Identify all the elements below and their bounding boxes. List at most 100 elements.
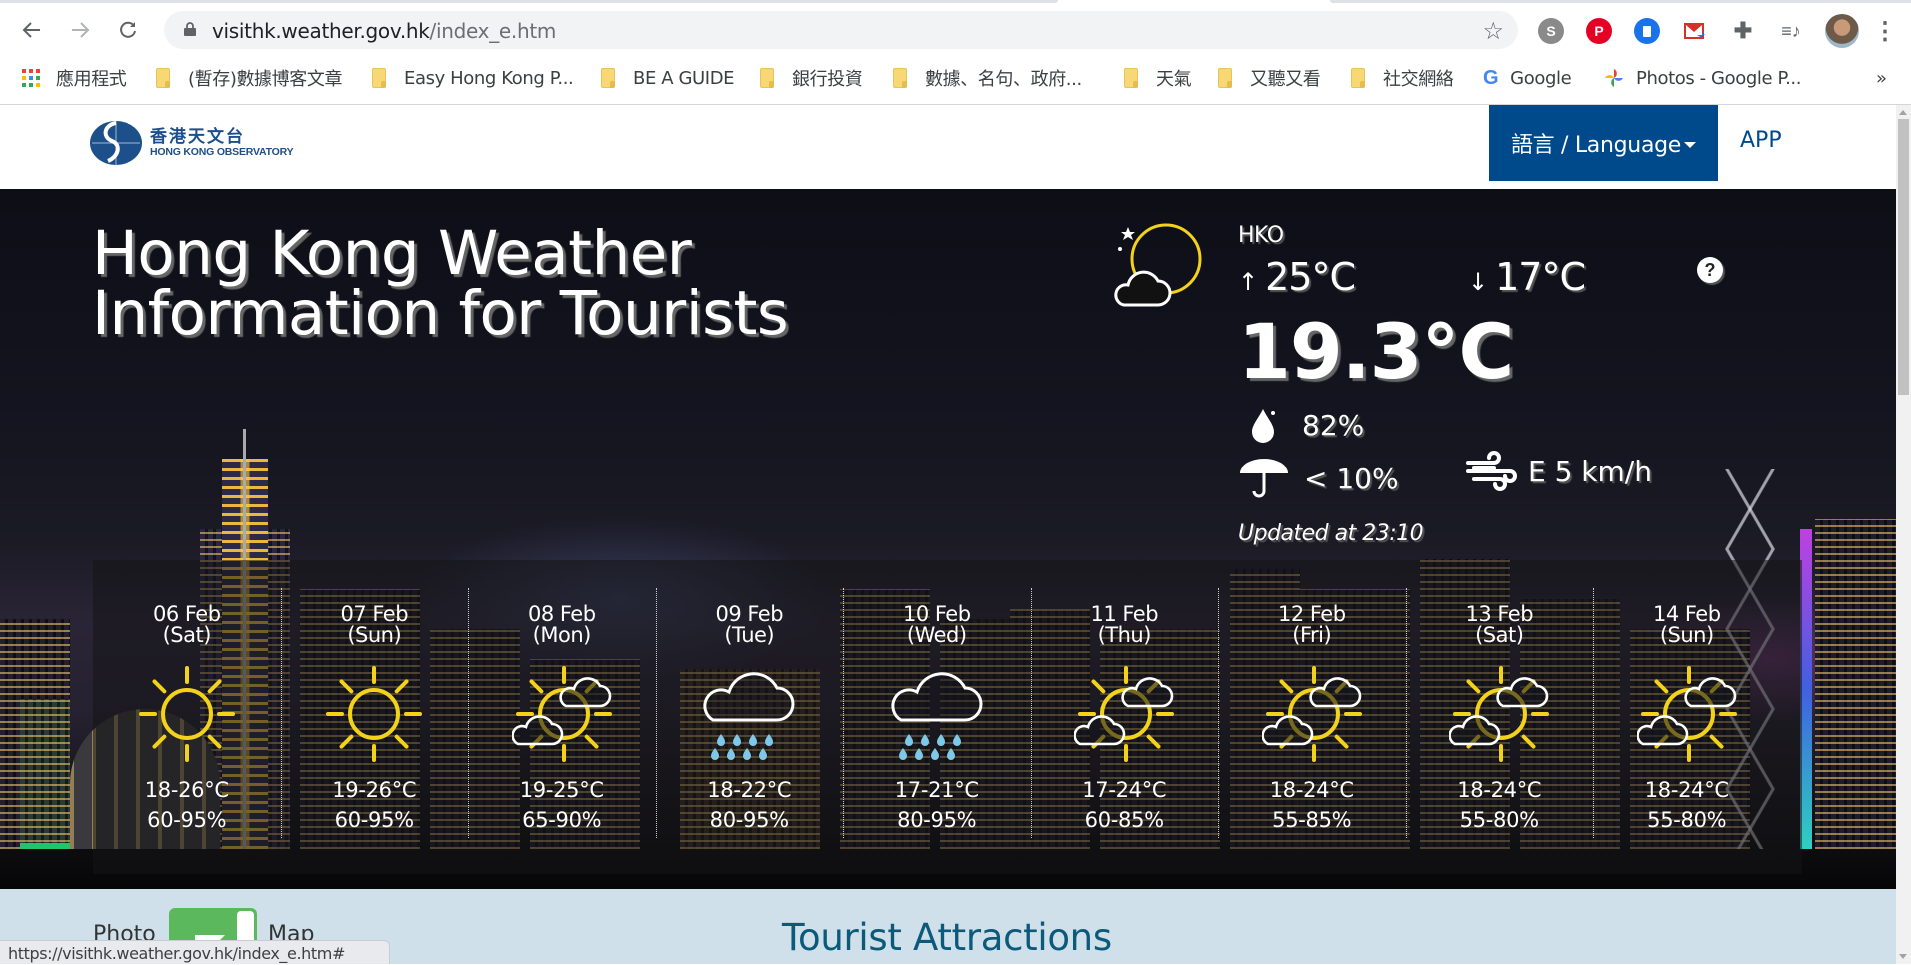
bookmark-folder[interactable]: 銀行投資 xyxy=(760,65,863,91)
bookmark-folder[interactable]: 又聽又看 xyxy=(1218,65,1321,91)
forward-button[interactable] xyxy=(65,15,95,45)
browser-menu-icon[interactable]: ⋮ xyxy=(1872,18,1898,45)
forecast-day: 07 Feb (Sun) 19-26°C 60-95% xyxy=(280,588,469,838)
skype-extension-icon[interactable]: S xyxy=(1538,18,1564,44)
back-button[interactable] xyxy=(17,15,47,45)
sunny-icon xyxy=(326,666,423,762)
hko-logo[interactable]: 香港天文台 HONG KONG OBSERVATORY xyxy=(88,119,318,167)
reload-icon xyxy=(120,21,136,38)
rain-icon xyxy=(703,672,795,760)
lock-icon xyxy=(184,22,196,36)
nine-day-forecast: 06 Feb (Sat) 18-26°C 60-95% 07 Feb (Sun) … xyxy=(93,560,1802,874)
browser-toolbar: visithk.weather.gov.hk/index_e.htm ☆ S P… xyxy=(0,9,1911,51)
bookmark-folder[interactable]: (暫存)數據博客文章 xyxy=(156,65,342,91)
address-bar[interactable]: visithk.weather.gov.hk/index_e.htm ☆ xyxy=(164,11,1518,49)
rain-probability-value: < 10% xyxy=(1304,461,1399,495)
humidity: 82% xyxy=(1250,407,1364,443)
forecast-date: 10 Feb xyxy=(902,602,971,626)
forecast-humidity-range: 80-95% xyxy=(709,808,789,832)
folder-icon xyxy=(601,68,615,88)
page-scrollbar[interactable] xyxy=(1896,105,1911,964)
language-dropdown-button[interactable]: 語言 / Language xyxy=(1489,105,1718,181)
forecast-weekday: (Sun) xyxy=(347,623,402,647)
bookmark-label: 社交網絡 xyxy=(1383,69,1454,90)
scrollbar-thumb[interactable] xyxy=(1898,119,1909,395)
forecast-day: 13 Feb (Sat) 18-24°C 55-80% xyxy=(1405,588,1594,838)
bookmark-label: 天氣 xyxy=(1156,69,1192,90)
bookmark-label: Easy Hong Kong P... xyxy=(404,67,574,89)
forecast-temp-range: 18-24°C xyxy=(1644,778,1729,802)
scroll-up-arrow-icon[interactable] xyxy=(1899,110,1907,115)
url-host: visithk.weather.gov.hk xyxy=(212,19,430,43)
bookmark-label: 數據、名句、政府... xyxy=(925,69,1082,90)
sunny-periods-icon xyxy=(1261,666,1362,762)
bookmarks-overflow-button[interactable]: » xyxy=(1876,65,1887,91)
gmail-extension-icon[interactable] xyxy=(1682,18,1708,44)
logo-chinese-text: 香港天文台 xyxy=(150,126,245,146)
section-title: Tourist Attractions xyxy=(782,916,1112,959)
max-temp-value: 25°C xyxy=(1265,255,1356,299)
folder-icon xyxy=(372,68,386,88)
updated-time: Updated at 23:10 xyxy=(1238,521,1424,546)
min-temp: ↓ 17°C xyxy=(1468,255,1586,299)
tab-strip xyxy=(0,0,1911,9)
current-temperature: 19.3°C xyxy=(1238,307,1514,396)
umbrella-icon xyxy=(1240,459,1288,498)
media-control-icon[interactable]: ≡♪ xyxy=(1778,18,1804,44)
bookmark-label: 又聽又看 xyxy=(1250,69,1321,90)
humidity-value: 82% xyxy=(1302,408,1365,442)
forecast-date: 09 Feb xyxy=(715,602,784,626)
bookmark-apps[interactable]: 應用程式 xyxy=(22,65,127,91)
bookmark-folder[interactable]: 社交網絡 xyxy=(1351,65,1454,91)
sunny-periods-icon xyxy=(511,666,612,762)
browser-tab[interactable] xyxy=(0,0,1058,3)
forecast-temp-range: 18-24°C xyxy=(1457,778,1542,802)
bookmark-folder[interactable]: Easy Hong Kong P... xyxy=(372,65,574,91)
forecast-humidity-range: 65-90% xyxy=(522,808,602,832)
bookmark-label: BE A GUIDE xyxy=(633,67,735,89)
profile-avatar[interactable] xyxy=(1825,14,1859,48)
app-link[interactable]: APP xyxy=(1740,128,1782,153)
forecast-date: 13 Feb xyxy=(1465,602,1534,626)
back-icon xyxy=(22,22,40,38)
help-icon[interactable]: ? xyxy=(1697,257,1723,283)
forecast-day: 14 Feb (Sun) 18-24°C 55-80% xyxy=(1593,588,1781,838)
forecast-date: 07 Feb xyxy=(340,602,409,626)
forecast-weekday: (Thu) xyxy=(1097,623,1152,647)
forecast-date: 06 Feb xyxy=(152,602,221,626)
rain-icon xyxy=(891,672,983,760)
forecast-temp-range: 18-22°C xyxy=(707,778,792,802)
sunny-periods-icon xyxy=(1074,666,1175,762)
forecast-humidity-range: 60-95% xyxy=(147,808,227,832)
pinterest-extension-icon[interactable]: P xyxy=(1586,18,1612,44)
forecast-humidity-range: 80-95% xyxy=(897,808,977,832)
water-drop-icon xyxy=(1252,409,1275,443)
scroll-down-arrow-icon[interactable] xyxy=(1899,954,1907,959)
bookmark-folder[interactable]: BE A GUIDE xyxy=(601,65,735,91)
status-url-bubble: https://visithk.weather.gov.hk/index_e.h… xyxy=(0,940,390,964)
bookmark-folder[interactable]: 數據、名句、政府... xyxy=(893,65,1082,91)
logo-english-text: HONG KONG OBSERVATORY xyxy=(150,145,294,158)
hero-banner: Hong Kong Weather Information for Touris… xyxy=(0,189,1896,889)
forecast-day: 06 Feb (Sat) 18-26°C 60-95% xyxy=(93,588,281,838)
folder-icon xyxy=(893,68,907,88)
browser-tab[interactable] xyxy=(1330,0,1911,3)
bookmark-folder[interactable]: 天氣 xyxy=(1124,65,1192,91)
bookmark-photos[interactable]: Photos - Google P... xyxy=(1604,65,1801,91)
forecast-humidity-range: 55-80% xyxy=(1647,808,1727,832)
reload-button[interactable] xyxy=(113,15,143,45)
forecast-date: 11 Feb xyxy=(1090,602,1159,626)
bookmark-extension-icon[interactable] xyxy=(1634,18,1660,44)
forecast-temp-range: 17-24°C xyxy=(1082,778,1167,802)
bookmark-google[interactable]: G Google xyxy=(1483,65,1572,91)
hko-logo-mark-icon xyxy=(90,121,142,165)
folder-icon xyxy=(1218,68,1232,88)
extensions-puzzle-icon[interactable]: ✚ xyxy=(1730,18,1756,44)
bookmark-label: 應用程式 xyxy=(56,69,127,90)
bookmark-star-icon[interactable]: ☆ xyxy=(1482,17,1504,46)
url-text: visithk.weather.gov.hk/index_e.htm xyxy=(212,19,556,43)
forward-icon xyxy=(72,22,90,38)
bookmark-label: Google xyxy=(1510,67,1572,89)
forecast-weekday: (Fri) xyxy=(1292,623,1332,647)
folder-icon xyxy=(1124,68,1138,88)
